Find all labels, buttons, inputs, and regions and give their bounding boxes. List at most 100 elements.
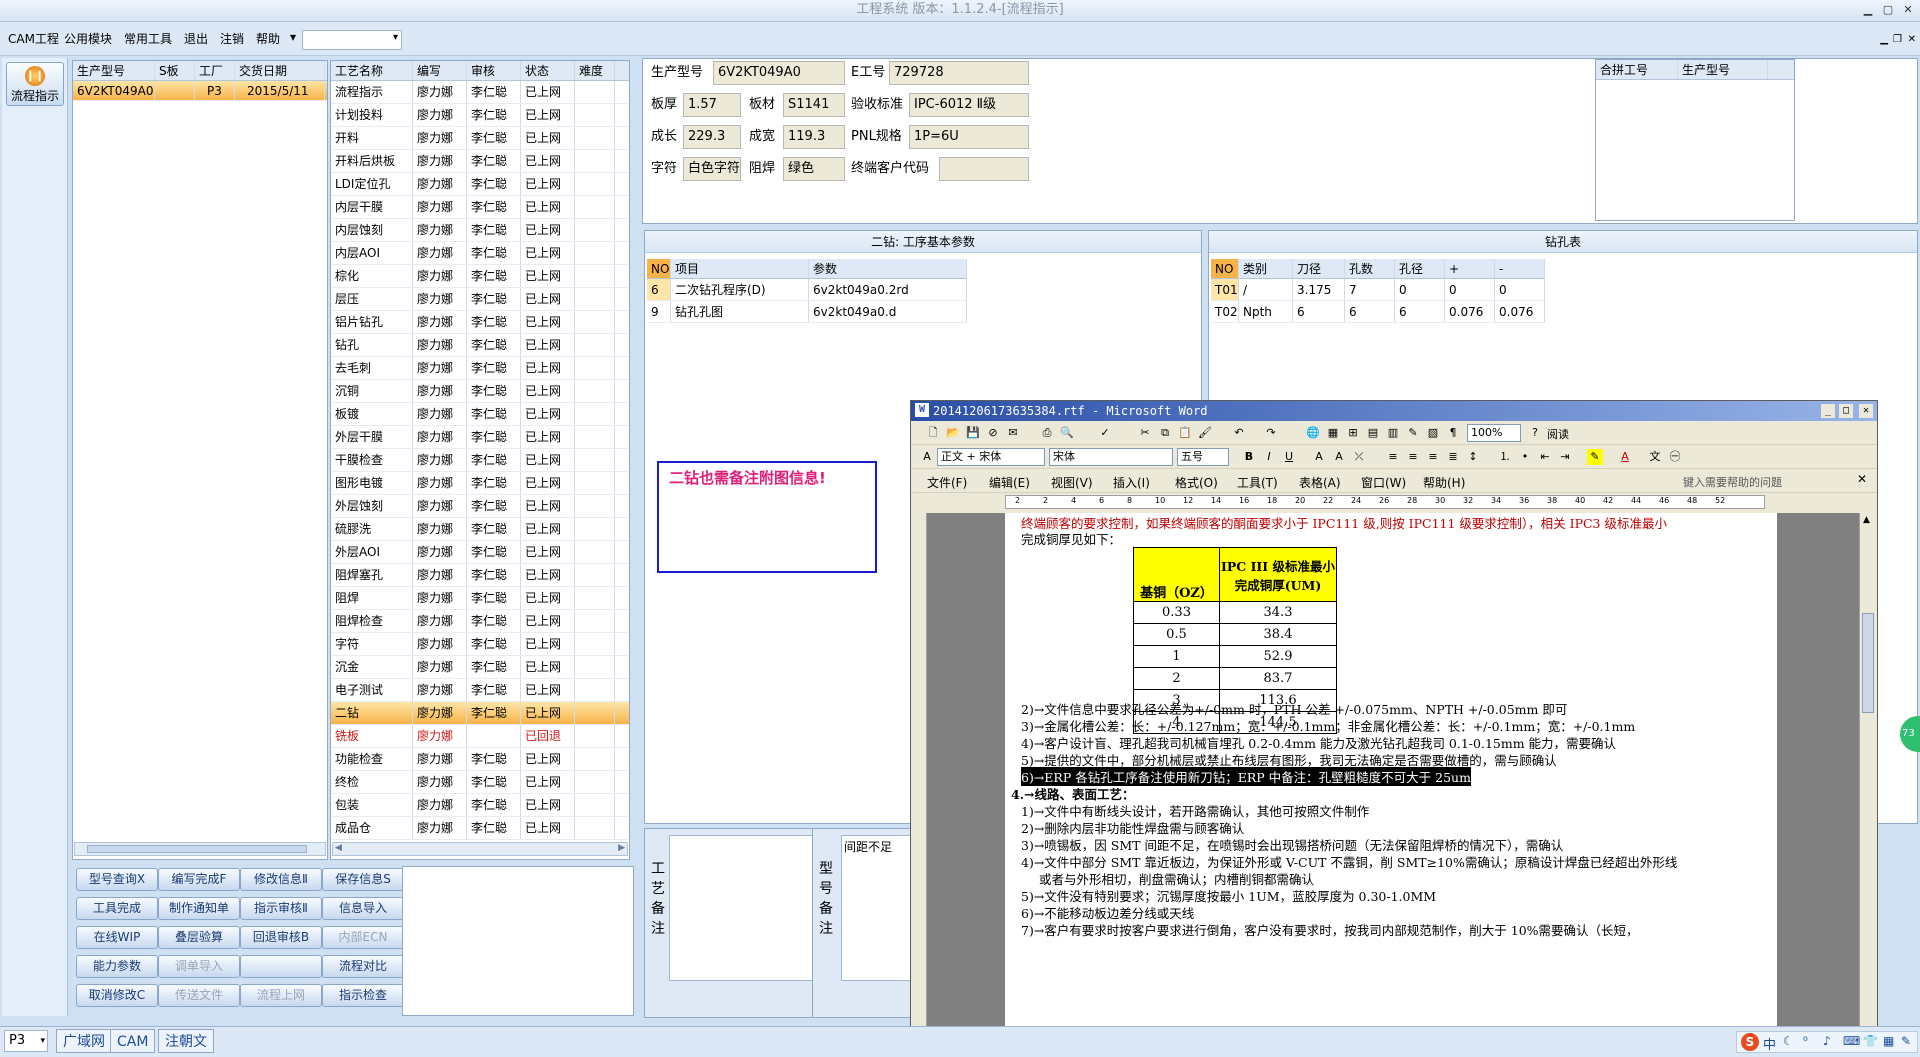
word-menu-item[interactable]: 视图(V) — [1051, 474, 1093, 491]
cust-field[interactable] — [939, 157, 1029, 181]
minimize-icon[interactable]: ▁ — [1860, 2, 1876, 18]
length-field[interactable]: 229.3 — [683, 125, 741, 149]
align-center-icon[interactable]: ≡ — [1405, 449, 1421, 465]
ime-mode[interactable]: 中 — [1763, 1034, 1776, 1053]
drill2-col-item[interactable]: 项目 — [671, 259, 809, 278]
undo-icon[interactable]: ↶ — [1231, 425, 1247, 441]
order-col-factory[interactable]: 工厂 — [195, 61, 235, 80]
skin-icon[interactable]: 👕 — [1863, 1034, 1878, 1048]
font-select[interactable]: 宋体 — [1049, 448, 1173, 466]
action-button[interactable]: 指示检查 — [322, 984, 404, 1007]
process-row[interactable]: LDI定位孔 廖力娜 李仁聪 已上网 — [331, 173, 629, 196]
thickness-field[interactable]: 1.57 — [683, 93, 741, 117]
action-button[interactable]: 编写完成F — [158, 868, 240, 891]
zoom-select[interactable]: 100% — [1467, 424, 1521, 442]
menu-tools[interactable]: 常用工具 — [124, 30, 172, 47]
menu-cam[interactable]: CAM工程 — [8, 30, 59, 47]
keyboard-icon[interactable]: ⌨ — [1843, 1034, 1860, 1048]
hyperlink-icon[interactable]: 🌐 — [1305, 425, 1321, 441]
dt-col-tool[interactable]: 刀径 — [1293, 259, 1345, 278]
align-right-icon[interactable]: ≡ — [1425, 449, 1441, 465]
order-col-sboard[interactable]: S板 — [155, 61, 195, 80]
drawing-icon[interactable]: ✎ — [1405, 425, 1421, 441]
menu-help[interactable]: 帮助 — [256, 30, 280, 47]
process-row[interactable]: 外层蚀刻 廖力娜 李仁聪 已上网 — [331, 495, 629, 518]
doc-map-icon[interactable]: ▧ — [1425, 425, 1441, 441]
process-row[interactable]: 阻焊检查 廖力娜 李仁聪 已上网 — [331, 610, 629, 633]
dt-col-type[interactable]: 类别 — [1239, 259, 1293, 278]
word-maximize-icon[interactable]: □ — [1839, 404, 1853, 418]
outdent-icon[interactable]: ⇤ — [1537, 449, 1553, 465]
tables-borders-icon[interactable]: ▦ — [1325, 425, 1341, 441]
process-row[interactable]: 棕化 廖力娜 李仁聪 已上网 — [331, 265, 629, 288]
action-button[interactable]: 指示审核Ⅱ — [240, 897, 322, 920]
width-field[interactable]: 119.3 — [783, 125, 845, 149]
action-button[interactable]: 传送文件 — [158, 984, 240, 1007]
action-button[interactable]: 保存信息S — [322, 868, 404, 891]
numbering-icon[interactable]: ⒈ — [1497, 449, 1513, 465]
word-close-icon[interactable]: ✕ — [1859, 404, 1873, 418]
save-icon[interactable]: 💾 — [965, 425, 981, 441]
word-menu-item[interactable]: 格式(O) — [1175, 474, 1218, 491]
process-row[interactable]: 钻孔 廖力娜 李仁聪 已上网 — [331, 334, 629, 357]
dt-col-count[interactable]: 孔数 — [1345, 259, 1395, 278]
word-menu-item[interactable]: 文件(F) — [927, 474, 967, 491]
order-hscrollbar[interactable] — [74, 842, 326, 856]
format-painter-icon[interactable]: 🖌 — [1197, 425, 1213, 441]
process-row[interactable]: 计划投料 廖力娜 李仁聪 已上网 — [331, 104, 629, 127]
arrow-up-icon[interactable]: ▲ — [1863, 515, 1870, 525]
process-row[interactable]: 沉铜 廖力娜 李仁聪 已上网 — [331, 380, 629, 403]
proc-col-reviewer[interactable]: 审核 — [467, 61, 521, 80]
process-row[interactable]: 铝片钻孔 廖力娜 李仁聪 已上网 — [331, 311, 629, 334]
spell-icon[interactable]: ✓ — [1097, 425, 1113, 441]
action-button[interactable]: 工具完成 — [76, 897, 158, 920]
process-remark-textarea[interactable] — [669, 835, 817, 981]
help-icon[interactable]: ? — [1527, 425, 1543, 441]
proc-col-difficulty[interactable]: 难度 — [575, 61, 615, 80]
menu-exit[interactable]: 退出 — [184, 30, 208, 47]
material-field[interactable]: S1141 — [783, 93, 845, 117]
sogou-icon[interactable]: S — [1741, 1033, 1759, 1051]
process-row[interactable]: 开料后烘板 廖力娜 李仁聪 已上网 — [331, 150, 629, 173]
style-select[interactable]: 正文 + 宋体 — [937, 448, 1045, 466]
help-search-input[interactable]: 键入需要帮助的问题 — [1683, 474, 1782, 490]
process-row[interactable]: 图形电镀 廖力娜 李仁聪 已上网 — [331, 472, 629, 495]
process-row[interactable]: 电子测试 廖力娜 李仁聪 已上网 — [331, 679, 629, 702]
action-button[interactable]: 回退审核B — [240, 926, 322, 949]
process-row[interactable]: 成品仓 廖力娜 李仁聪 已上网 — [331, 817, 629, 840]
proc-col-name[interactable]: 工艺名称 — [331, 61, 413, 80]
char-scale-icon[interactable]: ⤫ — [1351, 449, 1367, 465]
read-button[interactable]: 阅读 — [1547, 426, 1569, 442]
process-row[interactable]: 内层AOI 廖力娜 李仁聪 已上网 — [331, 242, 629, 265]
new-doc-icon[interactable]: 🗋 — [925, 425, 941, 441]
action-button[interactable]: 型号查询Ⅹ — [76, 868, 158, 891]
process-hscrollbar[interactable]: ◀ ▶ — [332, 842, 628, 856]
char-shade-icon[interactable]: A — [1331, 449, 1347, 465]
process-row[interactable]: 终检 廖力娜 李仁聪 已上网 — [331, 771, 629, 794]
tab-wan[interactable]: 广域网 — [56, 1029, 112, 1053]
log-textarea[interactable] — [402, 866, 634, 1016]
font-color-icon[interactable]: A — [1617, 449, 1633, 465]
char-border-icon[interactable]: A — [1311, 449, 1327, 465]
permission-icon[interactable]: ⊘ — [985, 425, 1001, 441]
cut-icon[interactable]: ✂ — [1137, 425, 1153, 441]
process-row[interactable]: 去毛刺 廖力娜 李仁聪 已上网 — [331, 357, 629, 380]
word-menu-item[interactable]: 窗口(W) — [1361, 474, 1406, 491]
action-button[interactable]: 流程对比 — [322, 955, 404, 978]
action-button[interactable]: 在线WIP — [76, 926, 158, 949]
process-row[interactable]: 功能检查 廖力娜 李仁聪 已上网 — [331, 748, 629, 771]
show-hide-icon[interactable]: ¶ — [1445, 425, 1461, 441]
preview-icon[interactable]: 🔍 — [1059, 425, 1075, 441]
maximize-icon[interactable]: ▢ — [1880, 2, 1896, 18]
e-no-field[interactable]: 729728 — [889, 61, 1029, 85]
close-icon[interactable]: ✕ — [1900, 2, 1916, 18]
process-row[interactable]: 阻焊 廖力娜 李仁聪 已上网 — [331, 587, 629, 610]
highlight-icon[interactable]: ✎ — [1587, 449, 1603, 465]
process-row[interactable]: 字符 廖力娜 李仁聪 已上网 — [331, 633, 629, 656]
dt-col-minus[interactable]: - — [1495, 259, 1545, 278]
action-button[interactable]: 修改信息Ⅱ — [240, 868, 322, 891]
arrow-left-icon[interactable]: ◀ — [335, 843, 342, 853]
table-row[interactable]: 6 二次钻孔程序(D) 6v2kt049a0.2rd — [647, 279, 967, 301]
arrow-right-icon[interactable]: ▶ — [618, 843, 625, 853]
tab-cam[interactable]: CAM — [110, 1029, 156, 1053]
